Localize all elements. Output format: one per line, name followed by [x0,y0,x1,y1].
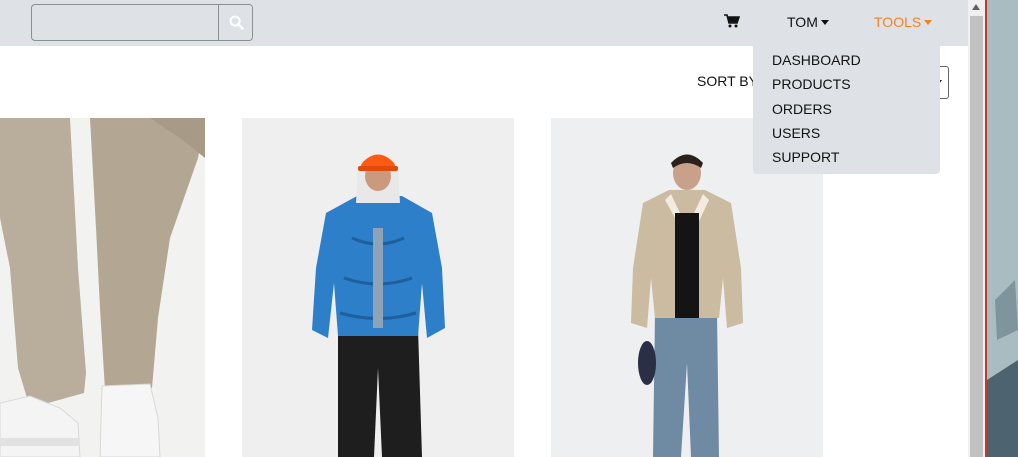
user-menu-toggle[interactable]: TOM [787,14,829,30]
tools-dropdown-menu: DASHBOARD PRODUCTS ORDERS USERS SUPPORT [753,45,940,174]
vertical-scrollbar[interactable] [968,0,985,457]
product-image-1[interactable] [0,118,205,457]
search-box [31,4,253,41]
menu-item-dashboard[interactable]: DASHBOARD [772,52,861,68]
caret-down-icon [820,20,829,25]
menu-item-products[interactable]: PRODUCTS [772,76,851,92]
scroll-up-arrow-icon[interactable] [972,4,980,10]
menu-item-support[interactable]: SUPPORT [772,149,839,165]
search-button[interactable] [218,5,252,40]
search-input[interactable] [32,5,218,40]
product-image-2[interactable] [242,118,514,457]
caret-down-icon [924,20,933,25]
top-navbar: TOM TOOLS [0,0,968,46]
sort-by-label: SORT BY [697,73,758,89]
menu-item-orders[interactable]: ORDERS [772,101,832,117]
search-icon [229,15,244,30]
desktop-background [985,0,1018,457]
tools-menu-label: TOOLS [874,14,922,30]
background-image [987,0,1018,457]
user-menu-label: TOM [787,14,818,30]
shopping-cart-icon[interactable] [724,13,742,31]
menu-item-users[interactable]: USERS [772,125,820,141]
tools-menu-toggle[interactable]: TOOLS [874,14,933,30]
scrollbar-thumb[interactable] [970,16,983,457]
